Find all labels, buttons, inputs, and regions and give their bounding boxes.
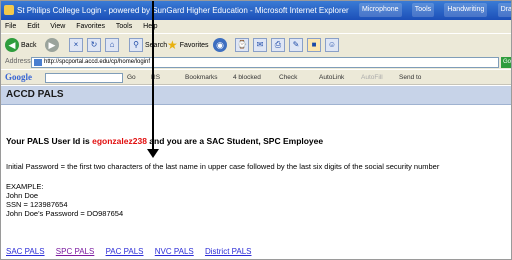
annotation-arrow-line xyxy=(152,1,154,151)
go-button[interactable]: Go xyxy=(501,57,511,68)
back-button[interactable]: ◀ Back xyxy=(5,37,37,53)
google-search-button[interactable]: Go xyxy=(127,70,136,85)
example-heading: EXAMPLE: xyxy=(6,182,44,191)
taskbar-microphone[interactable]: Microphone xyxy=(358,3,402,17)
example-password: John Doe's Password = DO987654 xyxy=(6,209,124,218)
address-field[interactable]: http://spcportal.accd.edu/cp/home/loginf xyxy=(31,57,499,68)
forward-arrow-icon: ▶ xyxy=(45,38,59,52)
media-icon: ◉ xyxy=(213,38,227,52)
google-popup-blocker[interactable]: 4 blocked xyxy=(233,70,261,85)
link-district-pals[interactable]: District PALS xyxy=(205,247,252,256)
search-button[interactable]: ⚲ Search xyxy=(129,37,167,53)
discuss-button[interactable]: ☺ xyxy=(325,37,339,53)
menu-tools[interactable]: Tools xyxy=(116,23,132,30)
annotation-arrow-head xyxy=(147,149,159,158)
search-icon: ⚲ xyxy=(129,38,143,52)
address-bar: Address http://spcportal.accd.edu/cp/hom… xyxy=(1,55,511,69)
stop-icon: × xyxy=(69,38,83,52)
link-nvc-pals[interactable]: NVC PALS xyxy=(155,247,194,256)
google-bookmarks[interactable]: Bookmarks xyxy=(185,70,218,85)
window-title: St Philips College Login - powered by Su… xyxy=(17,6,349,15)
standard-toolbar: ◀ Back ▶ × ↻ ⌂ ⚲ Search ★ Favorites ◉ ⌚ … xyxy=(1,33,511,55)
google-logo[interactable]: Google xyxy=(5,70,32,85)
browser-window: St Philips College Login - powered by Su… xyxy=(0,0,512,260)
google-toolbar: Google Go RS Bookmarks 4 blocked Check A… xyxy=(1,70,511,85)
refresh-icon: ↻ xyxy=(87,38,101,52)
user-id-value: egonzalez238 xyxy=(92,136,147,146)
back-arrow-icon: ◀ xyxy=(5,38,19,52)
messenger-button[interactable]: ■ xyxy=(307,37,321,53)
home-icon: ⌂ xyxy=(105,38,119,52)
menu-edit[interactable]: Edit xyxy=(27,23,39,30)
menu-view[interactable]: View xyxy=(50,23,65,30)
media-button[interactable]: ◉ xyxy=(213,37,227,53)
edit-button[interactable]: ✎ xyxy=(289,37,303,53)
menu-bar: File Edit View Favorites Tools Help xyxy=(1,20,511,33)
folder-icon: ■ xyxy=(307,38,321,52)
search-label: Search xyxy=(145,41,168,49)
user-id-suffix: and you are a SAC Student, SPC Employee xyxy=(146,136,324,146)
menu-favorites[interactable]: Favorites xyxy=(76,23,105,30)
link-spc-pals[interactable]: SPC PALS xyxy=(56,247,95,256)
mail-button[interactable]: ✉ xyxy=(253,37,267,53)
user-id-line: Your PALS User Id is egonzalez238 and yo… xyxy=(6,136,323,146)
favorites-label: Favorites xyxy=(179,41,209,49)
user-id-prefix: Your PALS User Id is xyxy=(6,136,93,146)
menu-file[interactable]: File xyxy=(5,23,16,30)
print-icon: ⎙ xyxy=(271,38,285,52)
taskbar-handwriting[interactable]: Handwriting xyxy=(444,3,488,17)
google-spellcheck[interactable]: Check xyxy=(279,70,297,85)
refresh-button[interactable]: ↻ xyxy=(87,37,101,53)
edit-icon: ✎ xyxy=(289,38,303,52)
favorites-button[interactable]: ★ Favorites xyxy=(167,37,209,53)
address-label: Address xyxy=(5,58,31,65)
password-rule: Initial Password = the first two charact… xyxy=(6,162,440,171)
password-example: EXAMPLE: John Doe SSN = 123987654 John D… xyxy=(6,182,123,218)
google-search-input[interactable] xyxy=(45,73,123,83)
pals-links: SAC PALS SPC PALS PAC PALS NVC PALS Dist… xyxy=(6,247,261,256)
page-icon xyxy=(34,59,42,66)
example-name: John Doe xyxy=(6,191,39,200)
forward-button[interactable]: ▶ xyxy=(45,37,59,53)
menu-help[interactable]: Help xyxy=(143,23,157,30)
link-sac-pals[interactable]: SAC PALS xyxy=(6,247,45,256)
google-autolink[interactable]: AutoLink xyxy=(319,70,344,85)
page-header: ACCD PALS xyxy=(1,86,511,105)
google-autofill[interactable]: AutoFill xyxy=(361,70,383,85)
history-button[interactable]: ⌚ xyxy=(235,37,249,53)
home-button[interactable]: ⌂ xyxy=(105,37,119,53)
favorites-star-icon: ★ xyxy=(167,38,178,52)
back-label: Back xyxy=(21,41,37,49)
page-title: ACCD PALS xyxy=(6,89,64,100)
title-bar: St Philips College Login - powered by Su… xyxy=(1,1,511,20)
mail-icon: ✉ xyxy=(253,38,267,52)
people-icon: ☺ xyxy=(325,38,339,52)
taskbar-drawing-pad[interactable]: Drawing Pad xyxy=(497,3,511,17)
address-url: http://spcportal.accd.edu/cp/home/loginf xyxy=(44,59,151,65)
ie-logo-icon xyxy=(4,5,14,15)
google-send-to[interactable]: Send to xyxy=(399,70,421,85)
example-ssn: SSN = 123987654 xyxy=(6,200,68,209)
taskbar-tools[interactable]: Tools xyxy=(411,3,435,17)
stop-button[interactable]: × xyxy=(69,37,83,53)
print-button[interactable]: ⎙ xyxy=(271,37,285,53)
link-pac-pals[interactable]: PAC PALS xyxy=(106,247,144,256)
history-icon: ⌚ xyxy=(235,38,249,52)
